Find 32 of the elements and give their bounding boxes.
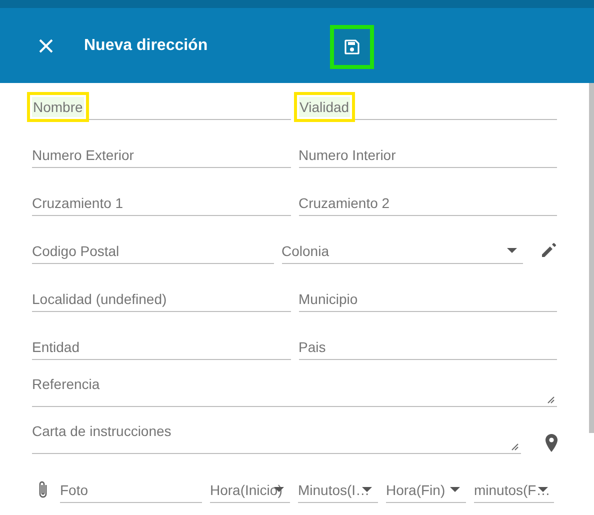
dropdown-caret-icon	[450, 487, 460, 492]
dropdown-caret-icon	[538, 487, 548, 492]
close-icon[interactable]	[39, 38, 53, 52]
scrollbar[interactable]	[589, 83, 594, 433]
input-field[interactable]: Localidad (undefined)	[32, 286, 290, 312]
input-field[interactable]: Referencia	[32, 376, 557, 407]
dropdown-caret-icon	[507, 248, 517, 253]
input-field[interactable]: Hora(Inicio)	[210, 477, 290, 503]
input-field[interactable]: Colonia	[282, 238, 523, 264]
save-button[interactable]	[330, 25, 374, 69]
input-field[interactable]: Nombre	[32, 94, 290, 120]
save-icon	[344, 39, 360, 55]
input-field[interactable]: Foto	[60, 477, 202, 503]
input-field[interactable]: Numero Interior	[298, 142, 557, 168]
window-title: Nueva dirección	[84, 36, 209, 54]
input-field[interactable]: Cruzamiento 1	[32, 190, 290, 216]
input-field[interactable]: Municipio	[298, 286, 557, 312]
paperclip-icon[interactable]	[37, 480, 49, 500]
input-field[interactable]: Codigo Postal	[32, 238, 274, 264]
input-field[interactable]: Entidad	[32, 334, 290, 360]
input-field[interactable]: Hora(Fin)	[386, 477, 466, 503]
input-field[interactable]: Cruzamiento 2	[298, 190, 557, 216]
input-field[interactable]: Vialidad	[298, 94, 557, 120]
input-field[interactable]: Carta de instrucciones	[32, 423, 521, 454]
location-pin-icon[interactable]	[545, 434, 558, 452]
resize-handle-icon[interactable]	[511, 443, 519, 451]
input-field[interactable]: Minutos(I…	[298, 477, 378, 503]
input-field[interactable]: Numero Exterior	[32, 142, 290, 168]
input-field[interactable]: Pais	[298, 334, 557, 360]
pencil-icon[interactable]	[541, 242, 557, 258]
input-field[interactable]: minutos(F…	[474, 477, 554, 503]
resize-handle-icon[interactable]	[547, 396, 555, 404]
